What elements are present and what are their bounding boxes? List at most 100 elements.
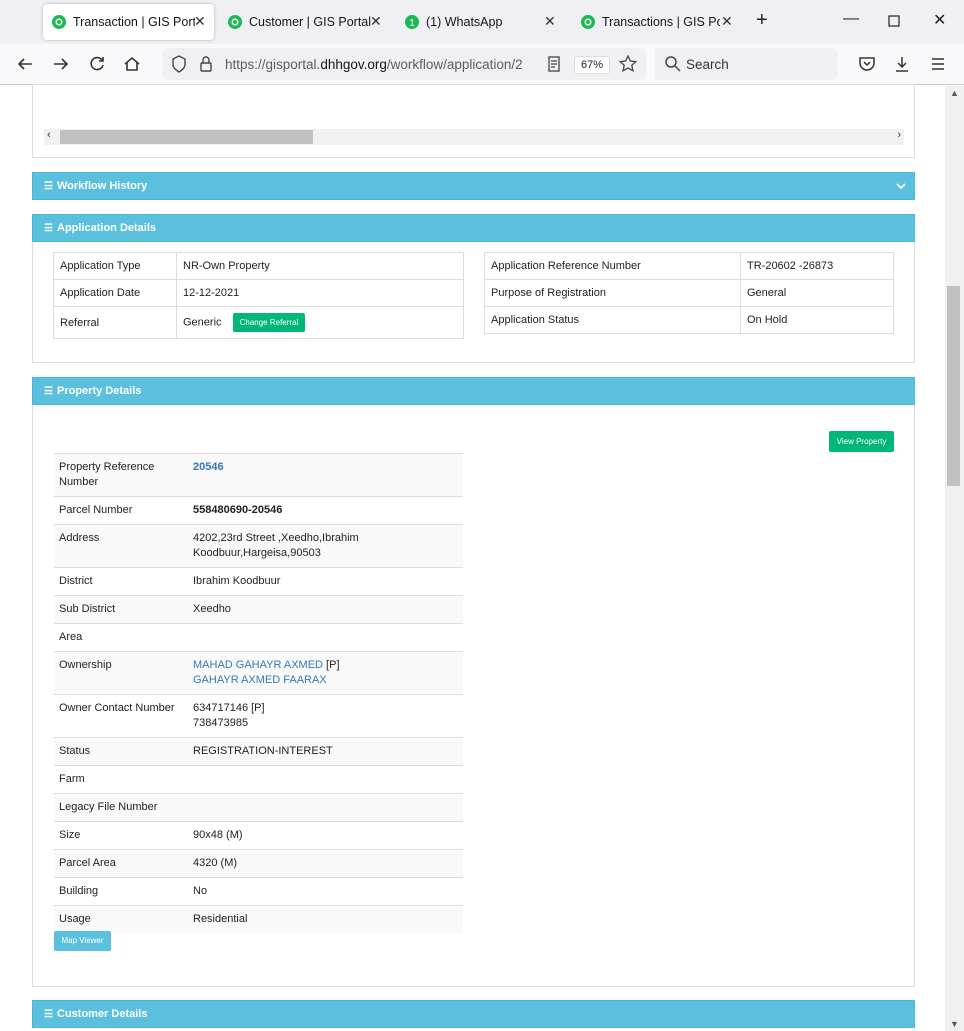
contact-cell: 634717146 [P] 738473985 — [188, 694, 463, 738]
field-label: Sub District — [54, 595, 188, 624]
browser-window: Transaction | GIS Portal ✕ Customer | GI… — [0, 0, 964, 1031]
list-icon: ☰ — [44, 386, 53, 397]
property-details-header[interactable]: ☰ Property Details — [32, 377, 915, 405]
url-bar[interactable]: https://gisportal.dhhgov.org/workflow/ap… — [163, 48, 646, 80]
table-row: Address 4202,23rd Street ,Xeedho,Ibrahim … — [54, 524, 463, 568]
field-value: Generic — [183, 316, 222, 329]
field-label: Application Date — [53, 279, 177, 307]
downloads-icon[interactable] — [892, 54, 912, 74]
table-row: Size 90x48 (M) — [54, 821, 463, 850]
table-row: Parcel Number 558480690-20546 — [54, 496, 463, 525]
forward-arrow-icon[interactable] — [51, 54, 71, 74]
contact-number: 738473985 — [193, 717, 249, 729]
search-input[interactable]: Search — [686, 57, 729, 72]
table-row: Application Type NR-Own Property — [53, 252, 464, 280]
field-label: Owner Contact Number — [54, 694, 188, 738]
close-tab-icon[interactable]: ✕ — [370, 13, 382, 30]
table-row: Application Status On Hold — [484, 306, 894, 334]
field-value: 90x48 (M) — [188, 821, 463, 850]
pocket-icon[interactable] — [857, 54, 877, 74]
field-label: Application Reference Number — [484, 252, 741, 280]
field-label: Size — [54, 821, 188, 850]
navigation-toolbar: https://gisportal.dhhgov.org/workflow/ap… — [0, 44, 964, 85]
tab-transaction[interactable]: Transaction | GIS Portal ✕ — [43, 4, 214, 40]
close-tab-icon[interactable]: ✕ — [721, 13, 733, 30]
table-row: Status REGISTRATION-INTEREST — [54, 737, 463, 766]
horizontal-scrollbar[interactable]: ‹ › — [44, 129, 904, 145]
field-label: Application Status — [484, 306, 741, 334]
chevron-down-icon[interactable] — [896, 182, 906, 190]
home-icon[interactable] — [122, 54, 142, 74]
property-reference-link[interactable]: 20546 — [188, 453, 463, 497]
table-row: Legacy File Number — [54, 793, 463, 822]
field-value: General — [740, 279, 894, 307]
contact-number: 634717146 [P] — [193, 702, 265, 714]
section-title: Workflow History — [57, 180, 148, 192]
table-row: Referral Generic Change Referral — [53, 306, 464, 339]
scroll-up-arrow-icon[interactable]: ▲ — [950, 88, 959, 98]
maximize-icon[interactable] — [888, 15, 900, 27]
vertical-scrollbar-thumb[interactable] — [947, 286, 960, 486]
field-value — [188, 793, 463, 822]
field-label: District — [54, 567, 188, 596]
lock-icon[interactable] — [196, 54, 216, 74]
search-box[interactable]: Search — [655, 48, 837, 80]
gis-portal-favicon-icon — [228, 15, 242, 29]
field-label: Referral — [53, 306, 177, 339]
section-title: Property Details — [57, 385, 142, 397]
horizontal-scrollbar-thumb[interactable] — [60, 130, 313, 144]
owner-link[interactable]: MAHAD GAHAYR AXMED — [193, 659, 323, 671]
close-tab-icon[interactable]: ✕ — [544, 13, 556, 30]
field-value — [188, 623, 463, 652]
view-property-button[interactable]: View Property — [829, 431, 894, 452]
field-value — [188, 765, 463, 794]
close-window-icon[interactable]: ✕ — [933, 10, 946, 30]
previous-section-panel: ‹ › — [32, 84, 915, 158]
close-tab-icon[interactable]: ✕ — [194, 13, 206, 30]
field-value: REGISTRATION-INTEREST — [188, 737, 463, 766]
field-value: No — [188, 877, 463, 906]
list-icon: ☰ — [44, 223, 53, 234]
scroll-down-arrow-icon[interactable]: ▼ — [950, 1019, 959, 1029]
application-details-right-table: Application Reference Number TR-20602 -2… — [484, 252, 894, 334]
field-value: On Hold — [740, 306, 894, 334]
tab-bar: Transaction | GIS Portal ✕ Customer | GI… — [0, 0, 964, 44]
table-row: District Ibrahim Koodbuur — [54, 567, 463, 596]
field-label: Building — [54, 877, 188, 906]
scroll-left-arrow-icon[interactable]: ‹ — [47, 129, 51, 141]
new-tab-plus-icon[interactable]: + — [756, 9, 768, 32]
url-text[interactable]: https://gisportal.dhhgov.org/workflow/ap… — [225, 57, 540, 72]
ownership-cell: MAHAD GAHAYR AXMED [P] GAHAYR AXMED FAAR… — [188, 651, 463, 695]
field-value: Residential — [188, 905, 463, 933]
tab-whatsapp[interactable]: 1 (1) WhatsApp ✕ — [396, 4, 567, 40]
workflow-history-header[interactable]: ☰ Workflow History — [32, 172, 915, 200]
field-label: Application Type — [53, 252, 177, 280]
hamburger-menu-icon[interactable] — [928, 54, 948, 74]
list-icon: ☰ — [44, 1009, 53, 1020]
zoom-level-indicator[interactable]: 67% — [574, 56, 610, 74]
change-referral-button[interactable]: Change Referral — [232, 313, 306, 332]
tab-title: (1) WhatsApp — [426, 15, 503, 29]
field-value: 558480690-20546 — [188, 496, 463, 525]
map-viewer-button[interactable]: Map Viewer — [54, 931, 111, 951]
scroll-right-arrow-icon[interactable]: › — [897, 129, 901, 141]
tab-title: Transactions | GIS Portal — [602, 15, 720, 29]
reader-view-icon[interactable] — [544, 54, 564, 74]
shield-icon[interactable] — [169, 54, 189, 74]
back-arrow-icon[interactable] — [15, 54, 35, 74]
field-label: Usage — [54, 905, 188, 933]
field-value: 4202,23rd Street ,Xeedho,Ibrahim Koodbuu… — [188, 524, 463, 568]
vertical-scrollbar[interactable]: ▲ ▼ — [945, 86, 964, 1031]
field-label: Status — [54, 737, 188, 766]
field-label: Ownership — [54, 651, 188, 695]
application-details-header[interactable]: ☰ Application Details — [32, 214, 915, 242]
owner-link[interactable]: GAHAYR AXMED FAARAX — [193, 674, 327, 686]
bookmark-star-icon[interactable] — [618, 54, 638, 74]
customer-details-header[interactable]: ☰ Customer Details — [32, 1000, 915, 1028]
tab-transactions[interactable]: Transactions | GIS Portal ✕ — [572, 4, 743, 40]
whatsapp-badge-icon: 1 — [405, 15, 419, 29]
minimize-icon[interactable]: — — [843, 10, 859, 28]
field-label: Purpose of Registration — [484, 279, 741, 307]
reload-icon[interactable] — [87, 54, 107, 74]
tab-customer[interactable]: Customer | GIS Portal ✕ — [219, 4, 390, 40]
